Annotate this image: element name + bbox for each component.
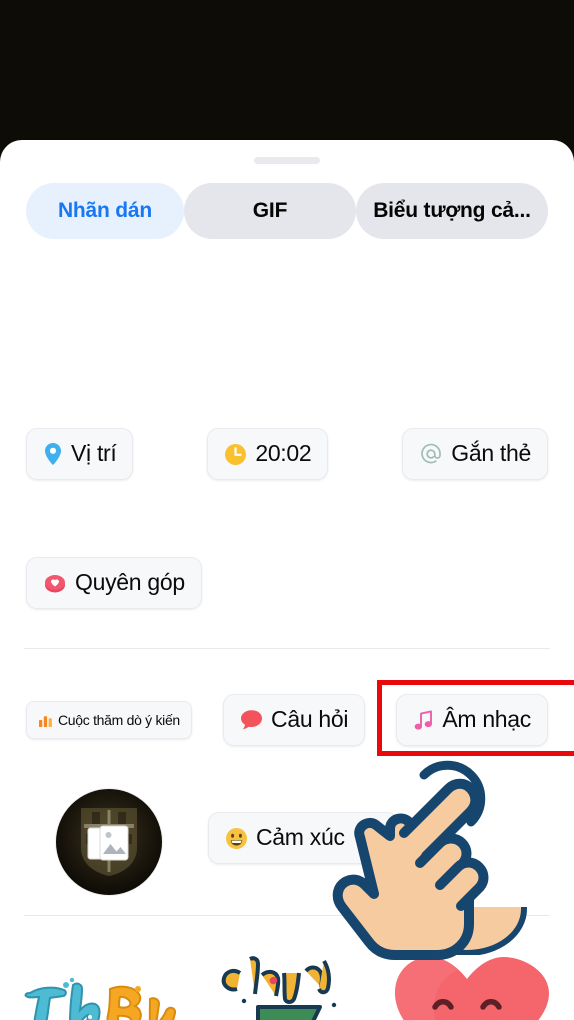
- chip-poll[interactable]: Cuộc thăm dò ý kiến: [26, 701, 192, 739]
- tab-stickers[interactable]: Nhãn dán: [26, 183, 184, 239]
- tab-gif-label: GIF: [252, 199, 288, 222]
- smiley-face-icon: [225, 827, 248, 850]
- music-note-icon: [413, 709, 434, 731]
- divider-upper: [24, 648, 550, 649]
- options-row-one: Vị trí 20:02 Gắn thẻ: [0, 428, 574, 480]
- bar-chart-icon: [38, 713, 53, 728]
- phone-screen: Nhãn dán GIF Biểu tượng cả... Vị trí 20:…: [0, 0, 574, 1020]
- chip-time-label: 20:02: [255, 439, 312, 466]
- sticker-grid: (^_^): [0, 907, 574, 1020]
- chip-donate[interactable]: Quyên góp: [26, 557, 202, 609]
- donation-heart-icon: [43, 572, 67, 594]
- chip-time[interactable]: 20:02: [207, 428, 329, 480]
- chip-question-label: Câu hỏi: [271, 705, 349, 732]
- chip-feeling-label: Cảm xúc: [256, 823, 345, 850]
- chip-feeling[interactable]: Cảm xúc: [208, 812, 398, 864]
- options-row-two: Quyên góp: [0, 557, 574, 609]
- chip-music[interactable]: Âm nhạc: [396, 694, 548, 746]
- tab-avatar-emoji[interactable]: Biểu tượng cả...: [356, 183, 548, 239]
- chat-bubble-icon: [240, 709, 263, 731]
- chip-question[interactable]: Câu hỏi: [223, 694, 366, 746]
- sticker-thu-7[interactable]: [210, 935, 370, 1020]
- chip-location-label: Vị trí: [71, 439, 117, 466]
- location-pin-icon: [43, 442, 63, 466]
- composer-bottom-sheet: Nhãn dán GIF Biểu tượng cả... Vị trí 20:…: [0, 140, 574, 1020]
- sticker-thu-bay[interactable]: [18, 955, 198, 1020]
- clock-icon: [224, 443, 247, 466]
- tab-stickers-label: Nhãn dán: [57, 199, 153, 222]
- chip-donate-label: Quyên góp: [75, 568, 185, 595]
- chip-music-label: Âm nhạc: [442, 705, 531, 732]
- chip-tag[interactable]: Gắn thẻ: [402, 428, 548, 480]
- tab-avatar-emoji-label: Biểu tượng cả...: [373, 199, 531, 222]
- chip-tag-label: Gắn thẻ: [451, 439, 531, 466]
- sticker-happy-heart[interactable]: [385, 945, 550, 1020]
- sheet-drag-handle[interactable]: [254, 157, 320, 164]
- chip-location[interactable]: Vị trí: [26, 428, 134, 480]
- status-bar-black-area: [0, 0, 574, 146]
- tabs-row: Nhãn dán GIF Biểu tượng cả...: [0, 183, 574, 239]
- chip-poll-label: Cuộc thăm dò ý kiến: [58, 712, 180, 728]
- tab-gif[interactable]: GIF: [184, 183, 356, 239]
- at-mention-icon: [419, 442, 443, 466]
- options-row-three: Cuộc thăm dò ý kiến Câu hỏi Âm nhạc: [0, 694, 574, 746]
- options-row-four: Cảm xúc: [0, 812, 574, 864]
